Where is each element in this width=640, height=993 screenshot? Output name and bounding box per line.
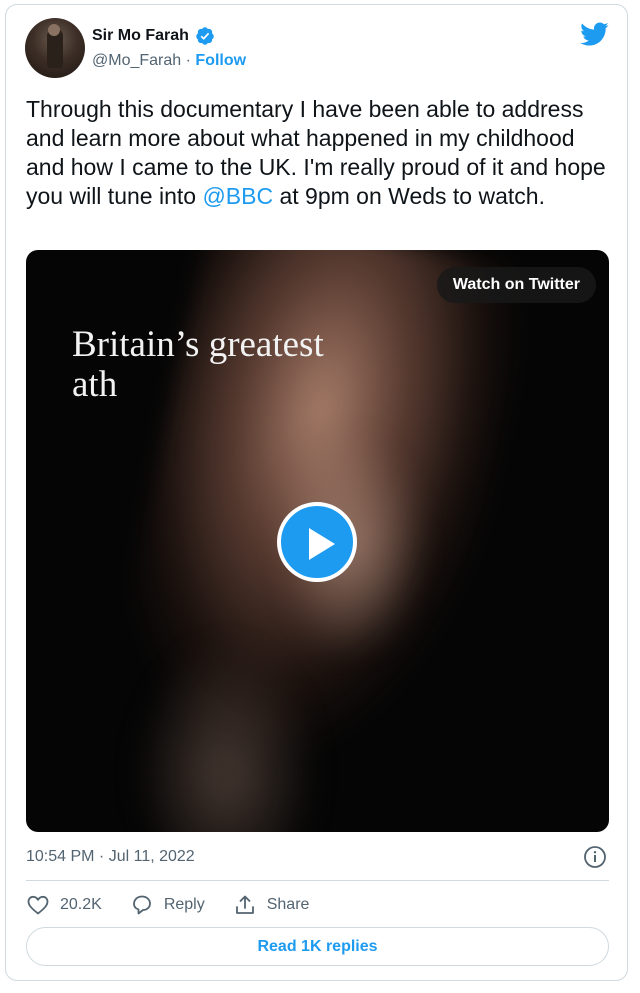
avatar-head bbox=[48, 24, 60, 36]
share-label: Share bbox=[266, 896, 310, 913]
bbc-mention-link[interactable]: @BBC bbox=[202, 183, 273, 209]
tweet-actions: 20.2K Reply Share bbox=[26, 893, 337, 917]
video-caption-overlay: Britain’s greatest ath bbox=[72, 325, 324, 405]
video-frame-shoulder bbox=[136, 640, 316, 832]
author-name-row: Sir Mo Farah bbox=[92, 26, 215, 46]
info-icon[interactable] bbox=[583, 845, 607, 869]
author-handle-row: @Mo_Farah · Follow bbox=[92, 52, 246, 70]
play-button[interactable] bbox=[277, 502, 357, 582]
share-icon bbox=[235, 895, 254, 914]
twitter-bird-icon[interactable] bbox=[579, 19, 609, 49]
tweet-card: Sir Mo Farah @Mo_Farah · Follow Through … bbox=[5, 4, 628, 981]
play-icon bbox=[309, 528, 335, 560]
author-handle[interactable]: @Mo_Farah bbox=[92, 52, 181, 69]
author-avatar[interactable] bbox=[25, 18, 85, 78]
video-caption-line2: ath bbox=[72, 364, 118, 405]
like-button[interactable]: 20.2K bbox=[26, 893, 102, 917]
handle-separator: · bbox=[185, 52, 191, 69]
author-name[interactable]: Sir Mo Farah bbox=[92, 27, 189, 45]
reply-icon bbox=[132, 895, 151, 915]
divider bbox=[26, 880, 609, 881]
verified-badge-icon bbox=[196, 27, 214, 45]
reply-label: Reply bbox=[163, 896, 205, 913]
video-player[interactable]: Britain’s greatest ath Watch on Twitter bbox=[26, 250, 609, 832]
follow-button[interactable]: Follow bbox=[195, 52, 246, 69]
heart-icon bbox=[27, 895, 49, 915]
tweet-timestamp[interactable]: 10:54 PM · Jul 11, 2022 bbox=[26, 848, 195, 866]
watch-on-twitter-button[interactable]: Watch on Twitter bbox=[436, 267, 596, 303]
tweet-text-after: at 9pm on Weds to watch. bbox=[273, 183, 545, 209]
like-count: 20.2K bbox=[60, 896, 102, 913]
tweet-text: Through this documentary I have been abl… bbox=[26, 95, 616, 211]
video-caption-line1: Britain’s greatest bbox=[72, 324, 324, 365]
reply-button[interactable]: Reply bbox=[130, 893, 205, 917]
read-replies-button[interactable]: Read 1K replies bbox=[26, 927, 609, 966]
share-button[interactable]: Share bbox=[233, 893, 310, 917]
